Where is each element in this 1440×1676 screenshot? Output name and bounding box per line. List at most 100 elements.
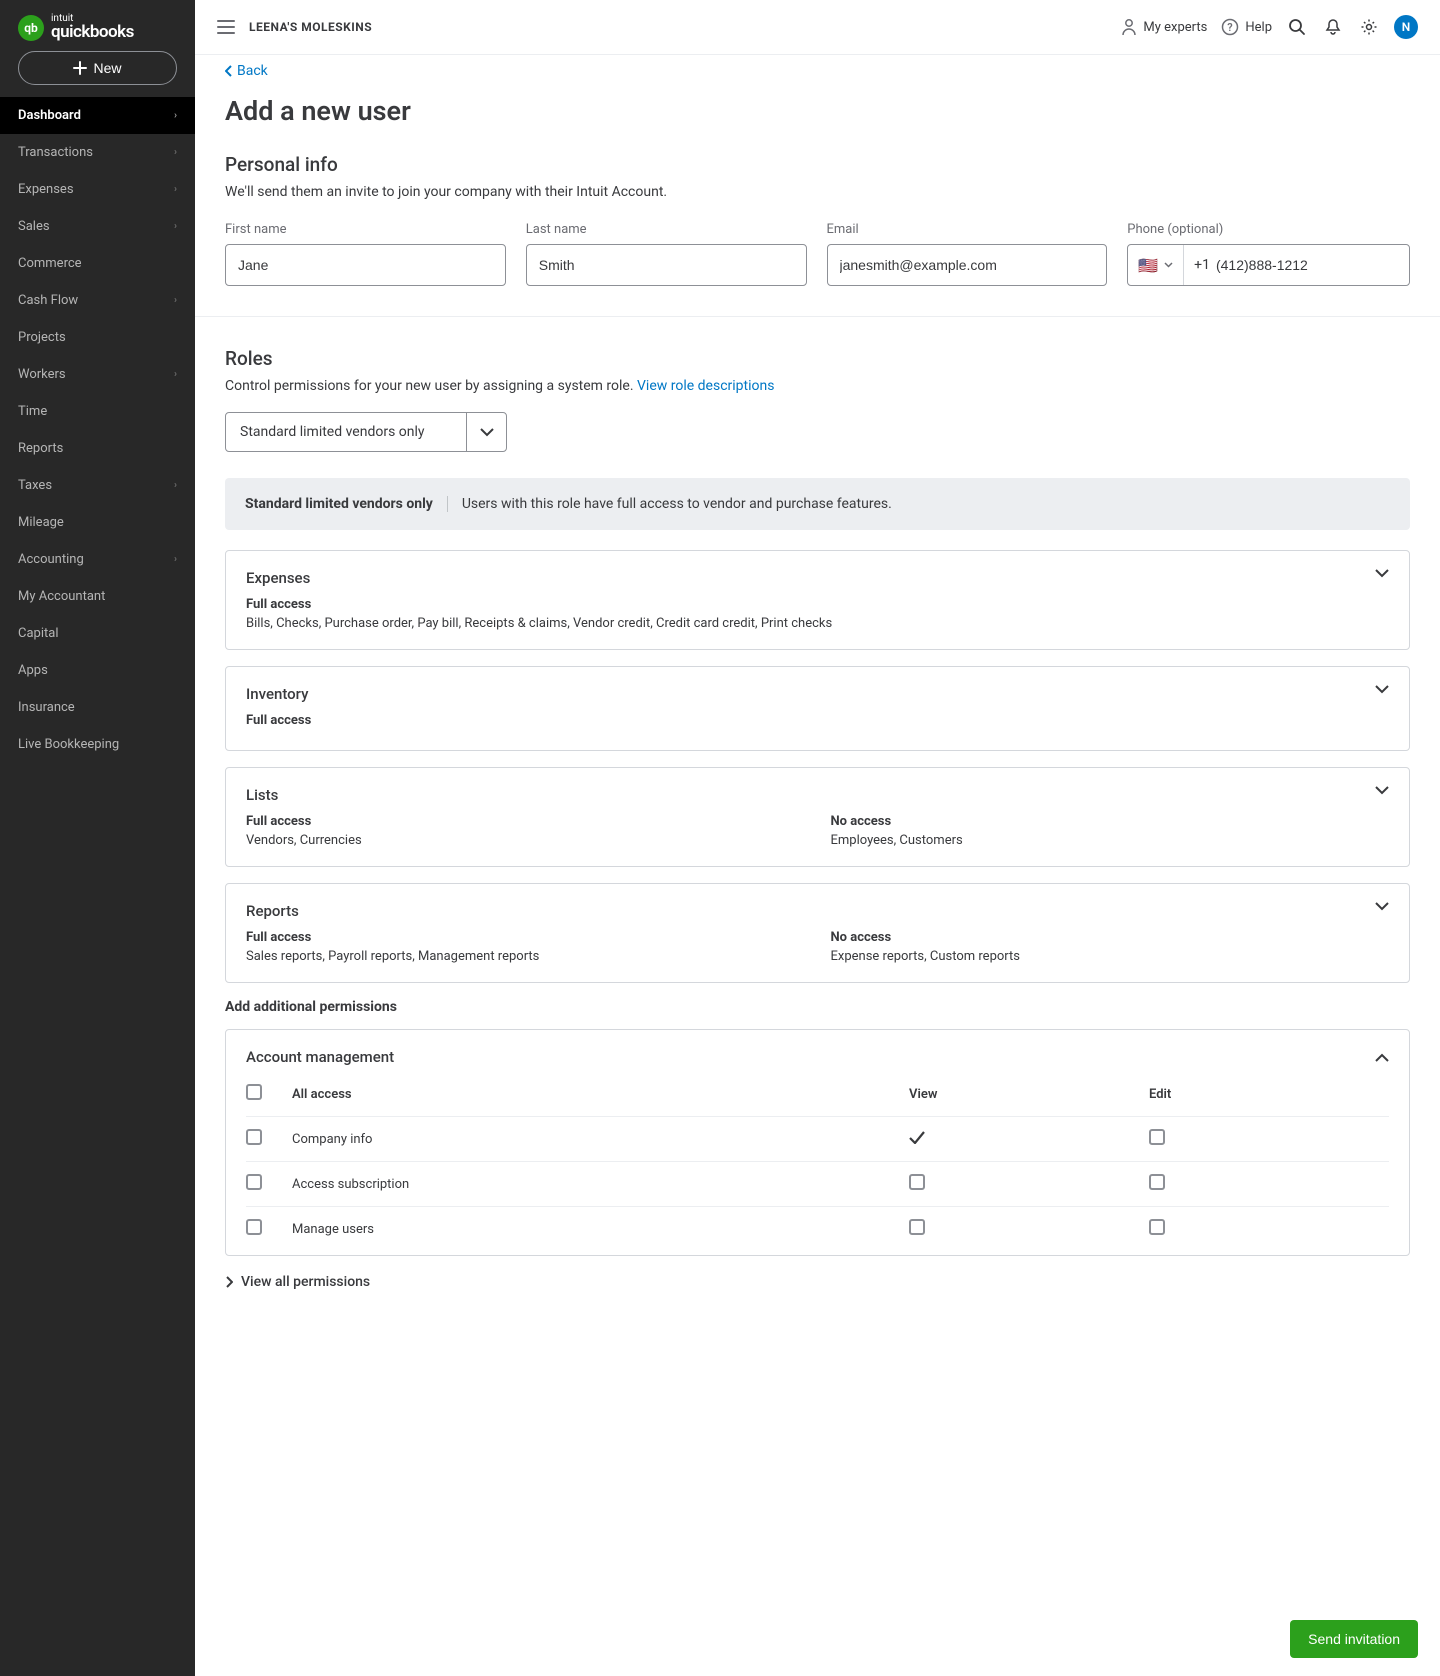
- last-name-input[interactable]: [526, 244, 807, 286]
- sidebar-item-label: Sales: [18, 219, 50, 234]
- page-title: Add a new user: [225, 95, 1410, 127]
- sidebar-item-label: Cash Flow: [18, 293, 78, 308]
- role-banner-desc: Users with this role have full access to…: [462, 496, 892, 512]
- chevron-down-icon: [1375, 569, 1389, 578]
- brand-logo[interactable]: qb intuit quickbooks: [18, 14, 177, 41]
- brand-mark: qb: [18, 15, 44, 41]
- col-view: View: [909, 1087, 1149, 1102]
- checkbox-all[interactable]: [246, 1084, 262, 1100]
- sidebar-item-label: Insurance: [18, 700, 75, 715]
- flag-icon: 🇺🇸: [1138, 256, 1158, 275]
- sidebar-item-taxes[interactable]: Taxes›: [0, 467, 195, 504]
- view-all-permissions[interactable]: View all permissions: [225, 1274, 370, 1290]
- menu-toggle-icon[interactable]: [217, 20, 235, 34]
- notifications-button[interactable]: [1322, 16, 1344, 38]
- search-icon: [1288, 18, 1306, 36]
- sidebar-item-live-bookkeeping[interactable]: Live Bookkeeping: [0, 726, 195, 763]
- perm-toggle[interactable]: [1375, 786, 1389, 795]
- sidebar-item-projects[interactable]: Projects: [0, 319, 195, 356]
- phone-prefix: +1: [1184, 257, 1216, 273]
- sidebar-item-reports[interactable]: Reports: [0, 430, 195, 467]
- role-select-dd[interactable]: [466, 413, 506, 451]
- acct-collapse[interactable]: [1375, 1053, 1389, 1062]
- sidebar: qb intuit quickbooks New Dashboard›Trans…: [0, 0, 195, 1676]
- sidebar-item-label: Commerce: [18, 256, 82, 271]
- perm-toggle[interactable]: [1375, 569, 1389, 578]
- sidebar-item-my-accountant[interactable]: My Accountant: [0, 578, 195, 615]
- sidebar-item-expenses[interactable]: Expenses›: [0, 171, 195, 208]
- sidebar-item-workers[interactable]: Workers ›: [0, 356, 195, 393]
- chevron-right-icon: ›: [174, 147, 177, 158]
- bell-icon: [1324, 18, 1342, 36]
- edit-checkbox[interactable]: [1149, 1219, 1165, 1235]
- avatar[interactable]: N: [1394, 15, 1418, 39]
- perm-row: Company info: [246, 1116, 1389, 1161]
- sidebar-item-cash-flow[interactable]: Cash Flow›: [0, 282, 195, 319]
- chevron-right-icon: [225, 1276, 233, 1288]
- sidebar-item-dashboard[interactable]: Dashboard›: [0, 97, 195, 134]
- chevron-right-icon: ›: [174, 369, 177, 380]
- sidebar-item-time[interactable]: Time: [0, 393, 195, 430]
- settings-button[interactable]: [1358, 16, 1380, 38]
- sidebar-item-label: Dashboard: [18, 108, 81, 123]
- phone-input[interactable]: [1216, 245, 1409, 285]
- country-code-dropdown[interactable]: 🇺🇸: [1128, 245, 1184, 285]
- perm-toggle[interactable]: [1375, 902, 1389, 911]
- personal-heading: Personal info: [225, 153, 1410, 176]
- perm-level: Full access: [246, 713, 1375, 728]
- row-checkbox[interactable]: [246, 1174, 262, 1190]
- sidebar-item-label: Taxes: [18, 478, 52, 493]
- view-checkbox[interactable]: [909, 1174, 925, 1190]
- help-link[interactable]: ? Help: [1221, 18, 1272, 36]
- my-experts-link[interactable]: My experts: [1121, 18, 1207, 36]
- sidebar-item-apps[interactable]: Apps: [0, 652, 195, 689]
- perm-items: Vendors, Currencies: [246, 833, 791, 848]
- sidebar-item-commerce[interactable]: Commerce: [0, 245, 195, 282]
- sidebar-item-transactions[interactable]: Transactions›: [0, 134, 195, 171]
- row-name: Company info: [292, 1132, 909, 1147]
- send-invitation-button[interactable]: Send invitation: [1290, 1620, 1418, 1658]
- personal-sub: We'll send them an invite to join your c…: [225, 184, 1410, 200]
- roles-desc: Control permissions for your new user by…: [225, 378, 1410, 394]
- perm-items: Bills, Checks, Purchase order, Pay bill,…: [246, 616, 1375, 631]
- perm-items: Employees, Customers: [831, 833, 1376, 848]
- acct-title: Account management: [246, 1048, 394, 1066]
- sidebar-item-accounting[interactable]: Accounting›: [0, 541, 195, 578]
- col-all: All access: [292, 1087, 909, 1102]
- sidebar-item-capital[interactable]: Capital: [0, 615, 195, 652]
- perm-card-lists: ListsFull accessVendors, CurrenciesNo ac…: [225, 767, 1410, 867]
- last-name-label: Last name: [526, 222, 807, 237]
- row-name: Access subscription: [292, 1177, 909, 1192]
- row-name: Manage users: [292, 1222, 909, 1237]
- sidebar-item-mileage[interactable]: Mileage: [0, 504, 195, 541]
- perm-toggle[interactable]: [1375, 685, 1389, 694]
- sidebar-item-insurance[interactable]: Insurance: [0, 689, 195, 726]
- edit-checkbox[interactable]: [1149, 1174, 1165, 1190]
- perm-card-expenses: ExpensesFull accessBills, Checks, Purcha…: [225, 550, 1410, 650]
- person-icon: [1121, 18, 1137, 36]
- back-link[interactable]: Back: [225, 63, 268, 79]
- perm-card-inventory: InventoryFull access: [225, 666, 1410, 751]
- email-label: Email: [827, 222, 1108, 237]
- first-name-input[interactable]: [225, 244, 506, 286]
- sidebar-item-sales[interactable]: Sales ›: [0, 208, 195, 245]
- sidebar-item-label: Mileage: [18, 515, 64, 530]
- email-input[interactable]: [827, 244, 1108, 286]
- perm-level: Full access: [246, 930, 791, 945]
- view-checkbox[interactable]: [909, 1219, 925, 1235]
- roles-heading: Roles: [225, 347, 1410, 370]
- search-button[interactable]: [1286, 16, 1308, 38]
- col-edit: Edit: [1149, 1087, 1389, 1102]
- row-checkbox[interactable]: [246, 1129, 262, 1145]
- edit-checkbox[interactable]: [1149, 1129, 1165, 1145]
- new-button[interactable]: New: [18, 51, 177, 85]
- topbar: LEENA'S MOLESKINS My experts ? Help N: [195, 0, 1440, 54]
- role-descriptions-link[interactable]: View role descriptions: [637, 378, 774, 394]
- row-checkbox[interactable]: [246, 1219, 262, 1235]
- chevron-right-icon: ›: [174, 221, 177, 232]
- perm-title: Reports: [246, 902, 1375, 920]
- perm-level: No access: [831, 930, 1376, 945]
- chevron-down-icon: [1375, 685, 1389, 694]
- role-select[interactable]: Standard limited vendors only: [225, 412, 507, 452]
- sidebar-item-label: Workers: [18, 367, 66, 382]
